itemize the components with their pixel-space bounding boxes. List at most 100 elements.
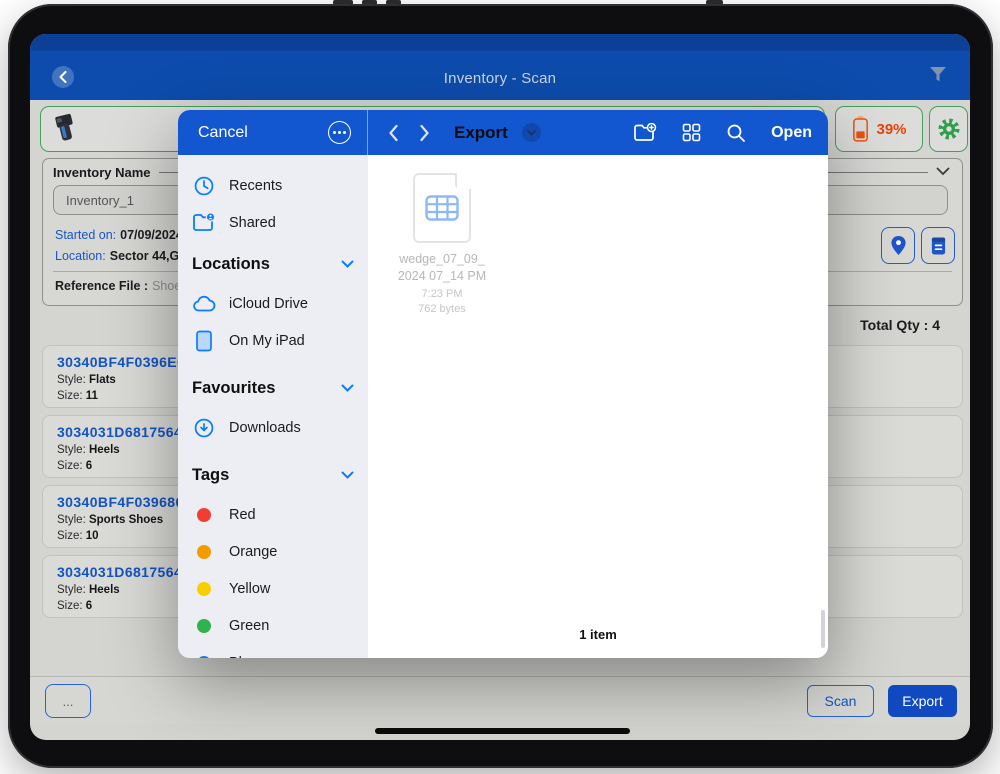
ipad-icon (192, 330, 216, 352)
tag-label: Green (229, 618, 269, 634)
new-folder-icon[interactable] (633, 123, 657, 143)
sidebar-item-icloud-drive[interactable]: iCloud Drive (178, 285, 368, 322)
scrollbar[interactable] (821, 610, 825, 648)
sidebar-section-tags[interactable]: Tags (178, 454, 368, 496)
filter-icon[interactable] (928, 65, 948, 85)
size-value: 6 (86, 600, 92, 612)
more-menu-button[interactable] (328, 121, 351, 144)
size-value: 10 (86, 530, 99, 542)
settings-button[interactable] (929, 106, 968, 152)
sidebar-tag-red[interactable]: Red (178, 496, 368, 533)
file-name-line1: wedge_07_09_ (384, 251, 500, 268)
style-value: Flats (89, 374, 116, 386)
size-label: Size: (57, 530, 83, 542)
download-circle-icon (192, 417, 216, 439)
bottom-bar: ... Scan Export (30, 676, 970, 724)
style-value: Sports Shoes (89, 514, 163, 526)
file-time: 7:23 PM (384, 287, 500, 302)
export-button[interactable]: Export (888, 685, 957, 717)
total-qty: Total Qty : 4 (860, 317, 940, 333)
cloud-icon (192, 295, 216, 313)
chevron-down-icon (527, 130, 536, 136)
search-icon[interactable] (726, 123, 746, 143)
app-screen: 30340BF4F0396EC Style: Flats Size: 11 30… (30, 34, 970, 740)
nav-forward-icon[interactable] (419, 124, 430, 142)
scanner-icon (51, 112, 81, 146)
sidebar-section-locations[interactable]: Locations (178, 243, 368, 285)
home-indicator[interactable] (375, 728, 630, 734)
sidebar-tag-orange[interactable]: Orange (178, 533, 368, 570)
sidebar-item-label: Shared (229, 215, 276, 231)
sidebar-item-label: On My iPad (229, 333, 305, 349)
table-glyph-icon (425, 195, 459, 221)
sidebar-item-label: Recents (229, 178, 282, 194)
sidebar-tag-blue[interactable]: Blue (178, 644, 368, 658)
file-item[interactable]: wedge_07_09_ 2024 07_14 PM 7:23 PM 762 b… (384, 173, 500, 317)
tag-label: Orange (229, 544, 277, 560)
tag-color-dot (197, 582, 211, 596)
file-browser-area: wedge_07_09_ 2024 07_14 PM 7:23 PM 762 b… (368, 155, 828, 658)
style-value: Heels (89, 584, 120, 596)
started-label: Started on: (55, 228, 116, 242)
notes-icon (930, 235, 947, 256)
location-pin-button[interactable] (881, 227, 915, 264)
nav-back-icon[interactable] (388, 124, 399, 142)
file-picker-sidebar: Recents Shared Locations (178, 155, 368, 658)
sidebar-item-shared[interactable]: Shared (178, 204, 368, 241)
folder-title: Export (454, 123, 508, 143)
sidebar-tag-yellow[interactable]: Yellow (178, 570, 368, 607)
sidebar-tag-green[interactable]: Green (178, 607, 368, 644)
folder-dropdown-button[interactable] (522, 123, 541, 142)
location-label: Location: (55, 249, 106, 263)
sidebar-item-on-my-ipad[interactable]: On My iPad (178, 322, 368, 359)
style-label: Style: (57, 444, 86, 456)
file-picker-dialog: Cancel Export (178, 110, 828, 658)
screenshot-stage: 30340BF4F0396EC Style: Flats Size: 11 30… (0, 0, 1000, 774)
size-label: Size: (57, 460, 83, 472)
chevron-down-icon (341, 471, 354, 479)
chevron-down-icon (341, 384, 354, 392)
file-name-line2: 2024 07_14 PM (384, 268, 500, 285)
grid-view-icon[interactable] (682, 123, 701, 142)
size-value: 6 (86, 460, 92, 472)
battery-icon (851, 114, 870, 144)
sidebar-item-label: Downloads (229, 420, 301, 436)
navigation-bar: Inventory - Scan (30, 34, 970, 100)
inventory-name-label: Inventory Name (53, 165, 151, 180)
style-value: Heels (89, 444, 120, 456)
tag-label: Red (229, 507, 256, 523)
tag-color-dot (197, 656, 211, 659)
more-options-button[interactable]: ... (45, 684, 91, 718)
scan-button[interactable]: Scan (807, 685, 874, 717)
style-label: Style: (57, 374, 86, 386)
tag-label: Yellow (229, 581, 270, 597)
cancel-button[interactable]: Cancel (198, 124, 248, 142)
sidebar-item-recents[interactable]: Recents (178, 167, 368, 204)
notes-button[interactable] (921, 227, 955, 264)
file-size: 762 bytes (384, 302, 500, 317)
tag-color-dot (197, 508, 211, 522)
battery-status: 39% (835, 106, 923, 152)
ipad-frame: 30340BF4F0396EC Style: Flats Size: 11 30… (8, 4, 993, 768)
tag-color-dot (197, 619, 211, 633)
sidebar-item-downloads[interactable]: Downloads (178, 409, 368, 446)
open-button[interactable]: Open (771, 124, 812, 142)
style-label: Style: (57, 514, 86, 526)
file-picker-header: Cancel Export (178, 110, 828, 155)
size-label: Size: (57, 600, 83, 612)
clock-icon (192, 175, 216, 197)
chevron-down-icon[interactable] (936, 167, 950, 176)
size-label: Size: (57, 390, 83, 402)
ellipsis-icon (333, 131, 336, 134)
battery-percent: 39% (876, 121, 906, 138)
tag-label: Blue (229, 655, 258, 659)
gear-icon (937, 117, 961, 141)
shared-folder-icon (192, 212, 216, 234)
page-title: Inventory - Scan (30, 70, 970, 87)
style-label: Style: (57, 584, 86, 596)
sidebar-section-favourites[interactable]: Favourites (178, 367, 368, 409)
location-pin-icon (890, 235, 907, 256)
reference-file-label: Reference File : (55, 279, 148, 293)
sidebar-item-label: iCloud Drive (229, 296, 308, 312)
spreadsheet-file-icon (413, 173, 471, 243)
